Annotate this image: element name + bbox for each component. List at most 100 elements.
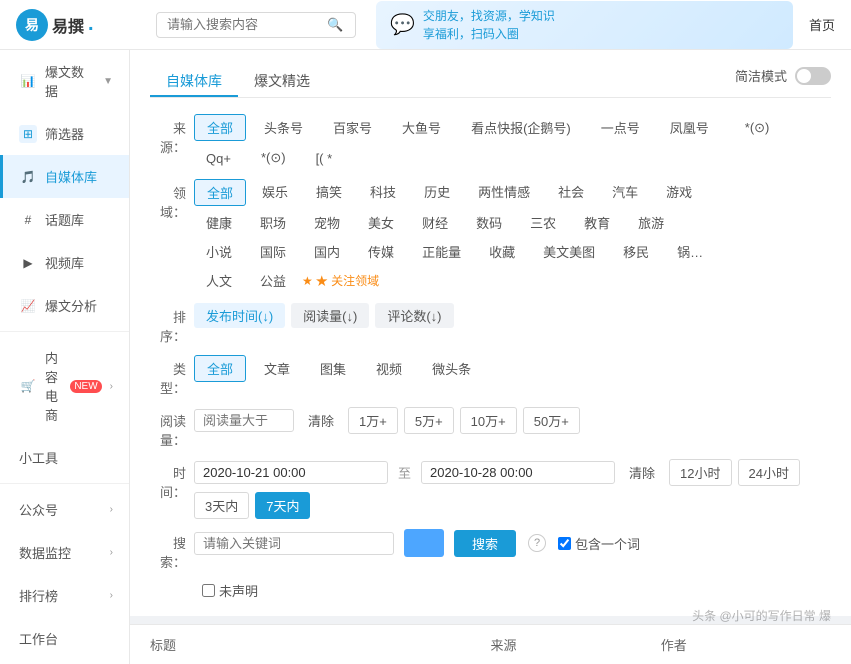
source-tag-yidian[interactable]: 一点号 <box>589 115 652 140</box>
sidebar-item-bao-wen-data[interactable]: 📊 爆文数据 ▼ <box>0 50 129 112</box>
source-tag-qq[interactable]: Qq+ <box>194 148 243 169</box>
sort-tag-yuedu[interactable]: 阅读量(↓) <box>291 303 369 328</box>
sidebar-item-shi-pin-ku[interactable]: ▶ 视频库 <box>0 241 129 284</box>
sidebar-item-shu-ju-jian-kong[interactable]: 数据监控 › <box>0 531 129 574</box>
domain-tag-lvyou[interactable]: 旅游 <box>626 210 676 235</box>
domain-tag-shoucang[interactable]: 收藏 <box>477 239 527 264</box>
th-title: 标题 <box>150 635 491 654</box>
sidebar-item-zi-mei-ti-ku[interactable]: 🎵 自媒体库 <box>0 155 129 198</box>
source-tag-all[interactable]: 全部 <box>194 114 246 141</box>
toggle-switch[interactable] <box>795 67 831 85</box>
sidebar-divider-2 <box>0 483 129 484</box>
domain-tag-shuma[interactable]: 数码 <box>464 210 514 235</box>
time-btn-3d[interactable]: 3天内 <box>194 492 249 519</box>
sidebar-item-nei-rong-dian-shang[interactable]: 🛒 内容电商 NEW › <box>0 336 129 436</box>
domain-tag-renwen[interactable]: 人文 <box>194 268 244 293</box>
domain-tag-caijing[interactable]: 财经 <box>410 210 460 235</box>
domain-tag-gongyi[interactable]: 公益 <box>248 268 298 293</box>
time-btn-7d[interactable]: 7天内 <box>255 492 310 519</box>
header-search-input[interactable] <box>167 17 327 32</box>
header-nav-home[interactable]: 首页 <box>793 15 835 34</box>
domain-tag-keji[interactable]: 科技 <box>358 179 408 206</box>
domain-tag-youxi[interactable]: 游戏 <box>654 179 704 206</box>
sidebar-item-shai-xuan-qi[interactable]: ⊞ 筛选器 <box>0 112 129 155</box>
sidebar-item-gong-zhong-hao[interactable]: 公众号 › <box>0 488 129 531</box>
domain-tag-shehui[interactable]: 社会 <box>546 179 596 206</box>
sort-tag-pinglun[interactable]: 评论数(↓) <box>375 303 453 328</box>
sidebar-item-chuang-zuo-dao-hang[interactable]: 创作导航 <box>0 660 129 664</box>
unannounced-checkbox[interactable] <box>202 584 215 597</box>
header-search-bar[interactable]: 🔍 <box>156 12 356 38</box>
domain-tag-meinv[interactable]: 美女 <box>356 210 406 235</box>
domain-tag-guoji[interactable]: 国际 <box>248 239 298 264</box>
domain-tag-meiwen[interactable]: 美文美图 <box>531 239 607 264</box>
count-btn-5wan[interactable]: 5万+ <box>404 407 454 434</box>
include-one-word-checkbox[interactable] <box>558 537 571 550</box>
help-icon[interactable]: ? <box>528 534 546 552</box>
read-input[interactable] <box>194 409 294 432</box>
source-tag-dayu[interactable]: 大鱼号 <box>390 115 453 140</box>
sidebar-label-bao-wen-fen-xi: 爆文分析 <box>45 296 97 315</box>
sidebar-item-bao-wen-fen-xi[interactable]: 📈 爆文分析 <box>0 284 129 327</box>
type-tag-wenzhang[interactable]: 文章 <box>252 356 302 381</box>
time-end-input[interactable] <box>421 461 615 484</box>
domain-tag-yule[interactable]: 娱乐 <box>250 179 300 206</box>
domain-tag-chongwu[interactable]: 宠物 <box>302 210 352 235</box>
sidebar-label-shu-ju: 数据监控 <box>19 543 71 562</box>
time-btn-12h[interactable]: 12小时 <box>669 459 731 486</box>
type-tag-all[interactable]: 全部 <box>194 355 246 382</box>
read-filter-row: 阅读量： 清除 1万+ 5万+ 10万+ 50万+ <box>150 407 831 449</box>
domain-tag-chuanmei[interactable]: 传媒 <box>356 239 406 264</box>
domain-tag-xiaoshuo[interactable]: 小说 <box>194 239 244 264</box>
domain-tag-lishi[interactable]: 历史 <box>412 179 462 206</box>
count-btn-50wan[interactable]: 50万+ <box>523 407 580 434</box>
sidebar-item-pai-hang-bang[interactable]: 排行榜 › <box>0 574 129 617</box>
domain-tag-all[interactable]: 全部 <box>194 179 246 206</box>
type-tag-shipin[interactable]: 视频 <box>364 356 414 381</box>
simple-mode-toggle[interactable]: 简洁模式 <box>735 66 831 85</box>
sidebar-item-hua-ti-ku[interactable]: # 话题库 <box>0 198 129 241</box>
keyword-input[interactable] <box>194 532 394 555</box>
type-tag-weitou[interactable]: 微头条 <box>420 356 483 381</box>
source-tag-baijia[interactable]: 百家号 <box>321 115 384 140</box>
time-clear-btn[interactable]: 清除 <box>621 460 663 485</box>
sidebar-label-bao-wen-data: 爆文数据 <box>45 62 95 100</box>
source-label: 来源： <box>150 114 194 156</box>
domain-tag-jiankang[interactable]: 健康 <box>194 210 244 235</box>
domain-tag-sannong[interactable]: 三农 <box>518 210 568 235</box>
type-tag-tuji[interactable]: 图集 <box>308 356 358 381</box>
domain-tag-qiche[interactable]: 汽车 <box>600 179 650 206</box>
main-layout: 📊 爆文数据 ▼ ⊞ 筛选器 🎵 自媒体库 # 话题库 ▶ 视频库 📈 <box>0 50 851 664</box>
domain-tag-zhichang[interactable]: 职场 <box>248 210 298 235</box>
include-one-word-label[interactable]: 包含一个词 <box>558 534 640 553</box>
source-tag-toutiao[interactable]: 头条号 <box>252 115 315 140</box>
domain-tag-jiayin[interactable]: 锅… <box>665 239 715 264</box>
sort-tag-fabushijian[interactable]: 发布时间(↓) <box>194 303 285 328</box>
count-btn-10wan[interactable]: 10万+ <box>460 407 517 434</box>
domain-tag-liangjing[interactable]: 两性情感 <box>466 179 542 206</box>
read-clear-btn[interactable]: 清除 <box>300 408 342 433</box>
source-tag-kandian[interactable]: 看点快报(企鹅号) <box>459 115 583 140</box>
source-tag-weixin[interactable]: *(⊙) <box>249 147 298 169</box>
source-tag-bili[interactable]: [( * <box>304 148 345 169</box>
tab-bao-wen-jing-xuan[interactable]: 爆文精选 <box>238 67 326 97</box>
unannounced-label[interactable]: 未声明 <box>202 581 258 600</box>
search-button[interactable]: 搜索 <box>454 530 516 557</box>
star-icon: ★ <box>302 274 313 288</box>
tab-zi-mei-ti-ku[interactable]: 自媒体库 <box>150 67 238 97</box>
domain-tag-gaoxiao[interactable]: 搞笑 <box>304 179 354 206</box>
sidebar-item-gong-zuo-tai[interactable]: 工作台 <box>0 617 129 660</box>
source-tag-fenghuang[interactable]: 凤凰号 <box>658 115 721 140</box>
time-start-input[interactable] <box>194 461 388 484</box>
source-tag-wangyi[interactable]: *(⊙) <box>733 117 782 139</box>
domain-tag-jiaoyu[interactable]: 教育 <box>572 210 622 235</box>
domain-attention-tag[interactable]: ★ ★ 关注领域 <box>302 272 379 289</box>
domain-tag-guonei[interactable]: 国内 <box>302 239 352 264</box>
count-btn-1wan[interactable]: 1万+ <box>348 407 398 434</box>
domain-tag-zhengneng[interactable]: 正能量 <box>410 239 473 264</box>
search-label: 搜索： <box>150 529 194 571</box>
domain-tag-yimin[interactable]: 移民 <box>611 239 661 264</box>
time-btn-24h[interactable]: 24小时 <box>738 459 800 486</box>
sidebar-item-xiao-gong-ju[interactable]: 小工具 <box>0 436 129 479</box>
logo: 易 易撰 . <box>16 9 146 41</box>
